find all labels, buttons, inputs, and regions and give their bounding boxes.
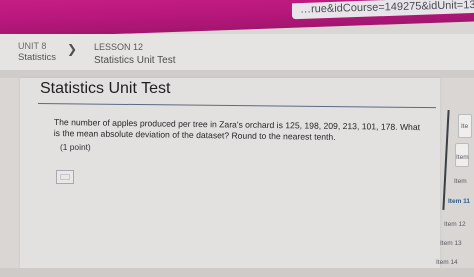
breadcrumb-lesson-label: LESSON 12 bbox=[94, 42, 144, 52]
page-footer-shade bbox=[0, 268, 474, 277]
nav-item[interactable]: Item bbox=[454, 178, 467, 185]
answer-input[interactable] bbox=[56, 170, 74, 184]
breadcrumb-unit[interactable]: UNIT 8 Statistics bbox=[18, 40, 56, 64]
nav-item[interactable]: Item 14 bbox=[436, 259, 458, 266]
breadcrumb-unit-label: UNIT 8 bbox=[18, 41, 47, 51]
question-card bbox=[20, 78, 440, 277]
nav-item[interactable]: Item bbox=[456, 154, 469, 161]
nav-item[interactable]: Item 12 bbox=[444, 221, 466, 228]
breadcrumb-unit-name: Statistics bbox=[18, 52, 57, 63]
item-nav-rail bbox=[442, 110, 450, 210]
nav-item[interactable]: Ite bbox=[461, 123, 468, 130]
header-divider bbox=[0, 70, 474, 78]
breadcrumb-lesson[interactable]: LESSON 12 Statistics Unit Test bbox=[94, 41, 176, 67]
nav-item[interactable]: Item 13 bbox=[440, 240, 462, 247]
breadcrumb-lesson-name: Statistics Unit Test bbox=[94, 55, 176, 66]
chevron-right-icon: ❯ bbox=[67, 42, 78, 56]
answer-input-field bbox=[60, 174, 70, 180]
nav-item-active[interactable]: Item 11 bbox=[448, 198, 470, 205]
page-title: Statistics Unit Test bbox=[40, 80, 171, 97]
question-points: (1 point) bbox=[60, 142, 91, 152]
